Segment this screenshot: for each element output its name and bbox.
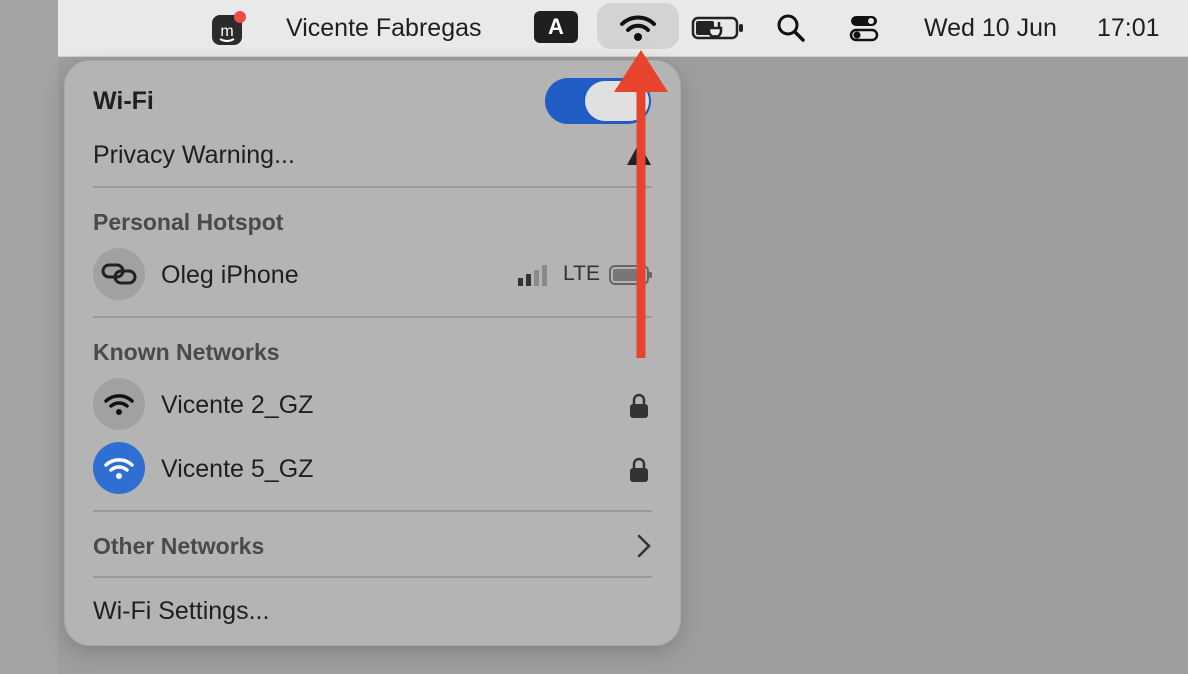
wifi-dropdown-panel: Wi-Fi Privacy Warning... Personal Hotspo… [64, 60, 681, 646]
cellular-signal-icon [517, 264, 551, 291]
warning-triangle-icon [625, 141, 653, 172]
known-networks-header: Known Networks [93, 339, 280, 365]
lock-icon [629, 393, 649, 424]
app-status-icon-graphic: m [212, 11, 246, 45]
desktop-left-strip [0, 0, 58, 674]
separator [93, 576, 652, 578]
hotspot-battery-icon [609, 264, 653, 291]
privacy-warning-item[interactable]: Privacy Warning... [93, 141, 295, 170]
hotspot-device-name[interactable]: Oleg iPhone [161, 261, 299, 290]
spotlight-search-icon[interactable] [776, 0, 806, 56]
separator [93, 186, 652, 188]
wifi-connected-icon [93, 442, 145, 494]
control-center-icon[interactable] [849, 0, 879, 56]
svg-text:m: m [220, 23, 233, 40]
known-network-name[interactable]: Vicente 2_GZ [161, 391, 313, 420]
wifi-menu-title: Wi-Fi [93, 87, 154, 115]
personal-hotspot-header: Personal Hotspot [93, 209, 284, 235]
battery-charging-icon[interactable] [691, 0, 745, 56]
lock-icon [629, 457, 649, 488]
hotspot-link-icon [93, 248, 145, 300]
separator [93, 316, 652, 318]
wifi-icon[interactable] [619, 0, 657, 56]
chevron-right-icon[interactable] [635, 533, 653, 564]
input-source-badge[interactable]: A [534, 11, 578, 43]
wifi-toggle[interactable] [545, 78, 651, 124]
wifi-toggle-knob [585, 81, 649, 121]
menubar-time[interactable]: 17:01 [1097, 0, 1160, 56]
app-status-icon[interactable]: m [210, 0, 248, 56]
separator [93, 510, 652, 512]
wifi-signal-icon [93, 378, 145, 430]
other-networks-item[interactable]: Other Networks [93, 533, 264, 560]
menubar-date[interactable]: Wed 10 Jun [924, 0, 1057, 56]
menu-bar: m Vicente Fabregas A Wed 10 Jun 17:01 [58, 0, 1188, 57]
wifi-settings-item[interactable]: Wi-Fi Settings... [93, 597, 269, 626]
hotspot-network-type: LTE [563, 262, 600, 285]
known-network-name[interactable]: Vicente 5_GZ [161, 455, 313, 484]
menubar-user-name[interactable]: Vicente Fabregas [286, 0, 482, 56]
